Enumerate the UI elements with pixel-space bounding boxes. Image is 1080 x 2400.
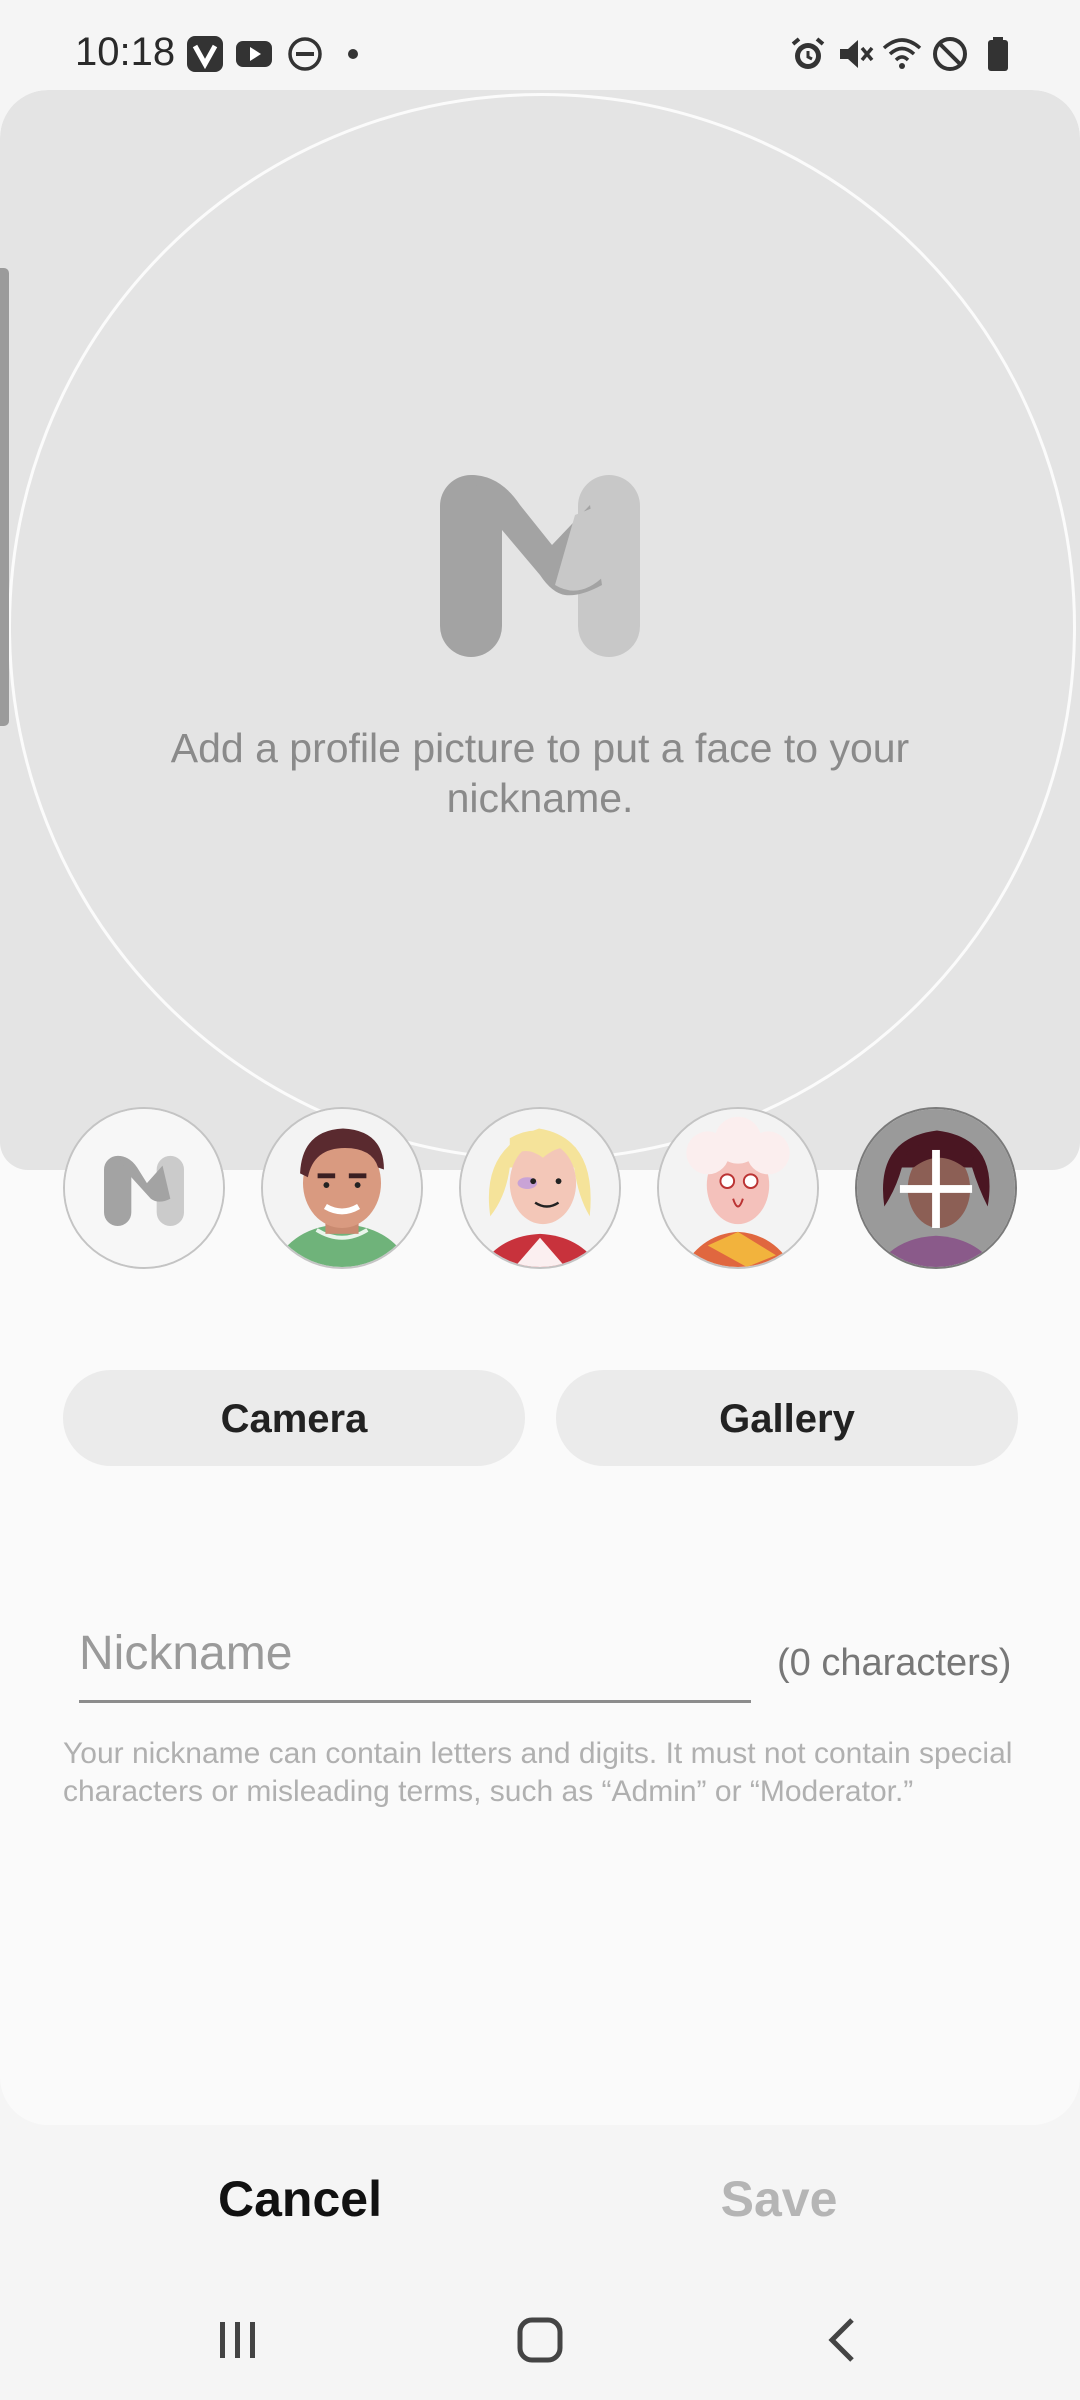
avatar-default[interactable] bbox=[63, 1107, 225, 1269]
man-face-icon bbox=[263, 1109, 421, 1267]
battery-icon bbox=[988, 37, 1008, 71]
profile-picture-area[interactable]: Add a profile picture to put a face to y… bbox=[0, 90, 1080, 1170]
youtube-icon bbox=[236, 41, 272, 67]
avatar-elderly-woman[interactable] bbox=[657, 1107, 819, 1269]
avatar-woman-selected[interactable] bbox=[855, 1107, 1017, 1269]
default-m-logo-icon bbox=[440, 475, 640, 657]
woman-face-icon bbox=[461, 1109, 619, 1267]
cancel-button[interactable]: Cancel bbox=[140, 2170, 460, 2228]
status-bar: 10:18 bbox=[0, 0, 1080, 100]
dnd-icon bbox=[288, 37, 322, 71]
vivaldi-icon bbox=[187, 36, 223, 72]
nickname-char-count: (0 characters) bbox=[777, 1642, 1012, 1684]
alarm-icon bbox=[791, 37, 825, 69]
mute-icon bbox=[840, 40, 874, 68]
edge-panel-handle[interactable] bbox=[0, 268, 9, 726]
recent-apps-icon[interactable] bbox=[198, 2310, 278, 2370]
navigation-bar bbox=[0, 2270, 1080, 2400]
gallery-button[interactable]: Gallery bbox=[556, 1370, 1018, 1466]
elderly-woman-face-icon bbox=[659, 1109, 817, 1267]
woman-add-icon bbox=[857, 1109, 1015, 1267]
nickname-input[interactable] bbox=[79, 1618, 751, 1703]
blocked-icon bbox=[933, 37, 967, 71]
avatar-man[interactable] bbox=[261, 1107, 423, 1269]
back-icon[interactable] bbox=[802, 2310, 882, 2370]
m-logo-icon bbox=[65, 1109, 223, 1267]
wifi-icon bbox=[882, 38, 922, 69]
avatar-blonde-woman[interactable] bbox=[459, 1107, 621, 1269]
camera-button[interactable]: Camera bbox=[63, 1370, 525, 1466]
home-icon[interactable] bbox=[500, 2310, 580, 2370]
nickname-hint: Your nickname can contain letters and di… bbox=[63, 1737, 1013, 1808]
status-time: 10:18 bbox=[75, 30, 176, 74]
hero-message: Add a profile picture to put a face to y… bbox=[170, 725, 910, 821]
save-button[interactable]: Save bbox=[619, 2170, 939, 2228]
dot-icon bbox=[348, 49, 358, 59]
